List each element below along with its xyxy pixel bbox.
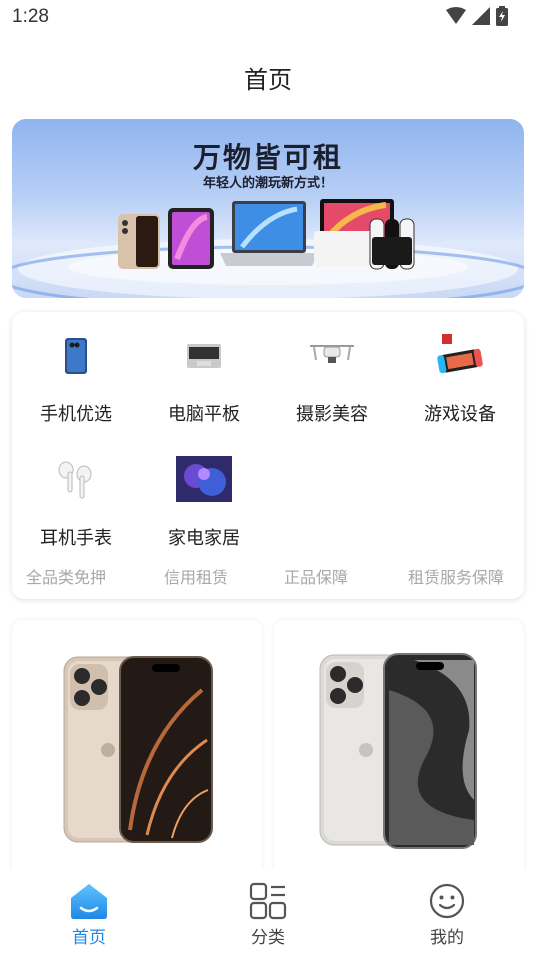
- category-card: 手机优选 电脑平板 摄影美容 游戏设备 耳机手表 家电家居 全品类免押 信用租赁…: [12, 312, 524, 599]
- earbuds-icon: [58, 461, 92, 499]
- category-home[interactable]: 家电家居: [140, 436, 268, 549]
- profile-icon: [429, 883, 465, 919]
- phone-icon: [65, 338, 87, 374]
- page-title: 首页: [244, 66, 292, 94]
- game-console-icon: [437, 334, 483, 374]
- category-label: 摄影美容: [296, 404, 368, 425]
- tab-category[interactable]: 分类: [208, 868, 328, 953]
- laptop-icon: [187, 344, 221, 368]
- tab-profile[interactable]: 我的: [387, 868, 507, 953]
- banner-title: 万物皆可租: [192, 141, 343, 174]
- guarantee-item: 正品保障: [284, 568, 349, 587]
- product-card[interactable]: [274, 620, 524, 880]
- status-icons: [446, 6, 508, 26]
- bottom-tab-bar: 首页 分类 我的: [0, 868, 536, 953]
- banner-subtitle: 年轻人的潮玩新方式！: [202, 176, 333, 191]
- status-bar: 1:28: [0, 0, 536, 36]
- tab-label: 首页: [72, 928, 106, 948]
- signal-icon: [472, 7, 490, 25]
- home-icon: [71, 884, 107, 919]
- tab-home[interactable]: 首页: [29, 868, 149, 953]
- category-label: 手机优选: [40, 404, 112, 425]
- guarantee-row: 全品类免押 信用租赁 正品保障 租赁服务保障: [12, 564, 524, 588]
- category-label: 耳机手表: [40, 528, 112, 549]
- category-audio[interactable]: 耳机手表: [12, 436, 140, 549]
- guarantee-item: 信用租赁: [164, 568, 229, 587]
- category-label: 电脑平板: [168, 404, 240, 425]
- promo-banner[interactable]: 万物皆可租 年轻人的潮玩新方式！: [12, 119, 524, 298]
- category-game[interactable]: 游戏设备: [396, 312, 524, 425]
- product-image: [319, 653, 477, 849]
- drone-icon: [310, 345, 354, 363]
- category-label: 游戏设备: [424, 404, 496, 425]
- battery-icon: [496, 6, 508, 26]
- status-time: 1:28: [12, 6, 49, 27]
- tab-label: 分类: [251, 928, 285, 948]
- product-card[interactable]: [12, 620, 262, 880]
- tv-icon: [176, 456, 232, 502]
- guarantee-item: 租赁服务保障: [408, 568, 505, 587]
- guarantee-item: 全品类免押: [26, 568, 107, 587]
- category-camera[interactable]: 摄影美容: [268, 312, 396, 425]
- tab-label: 我的: [430, 928, 464, 948]
- category-icon: [249, 882, 287, 920]
- category-label: 家电家居: [168, 528, 240, 549]
- category-phone[interactable]: 手机优选: [12, 312, 140, 425]
- product-image: [63, 656, 213, 843]
- wifi-icon: [446, 7, 466, 24]
- category-computer[interactable]: 电脑平板: [140, 312, 268, 425]
